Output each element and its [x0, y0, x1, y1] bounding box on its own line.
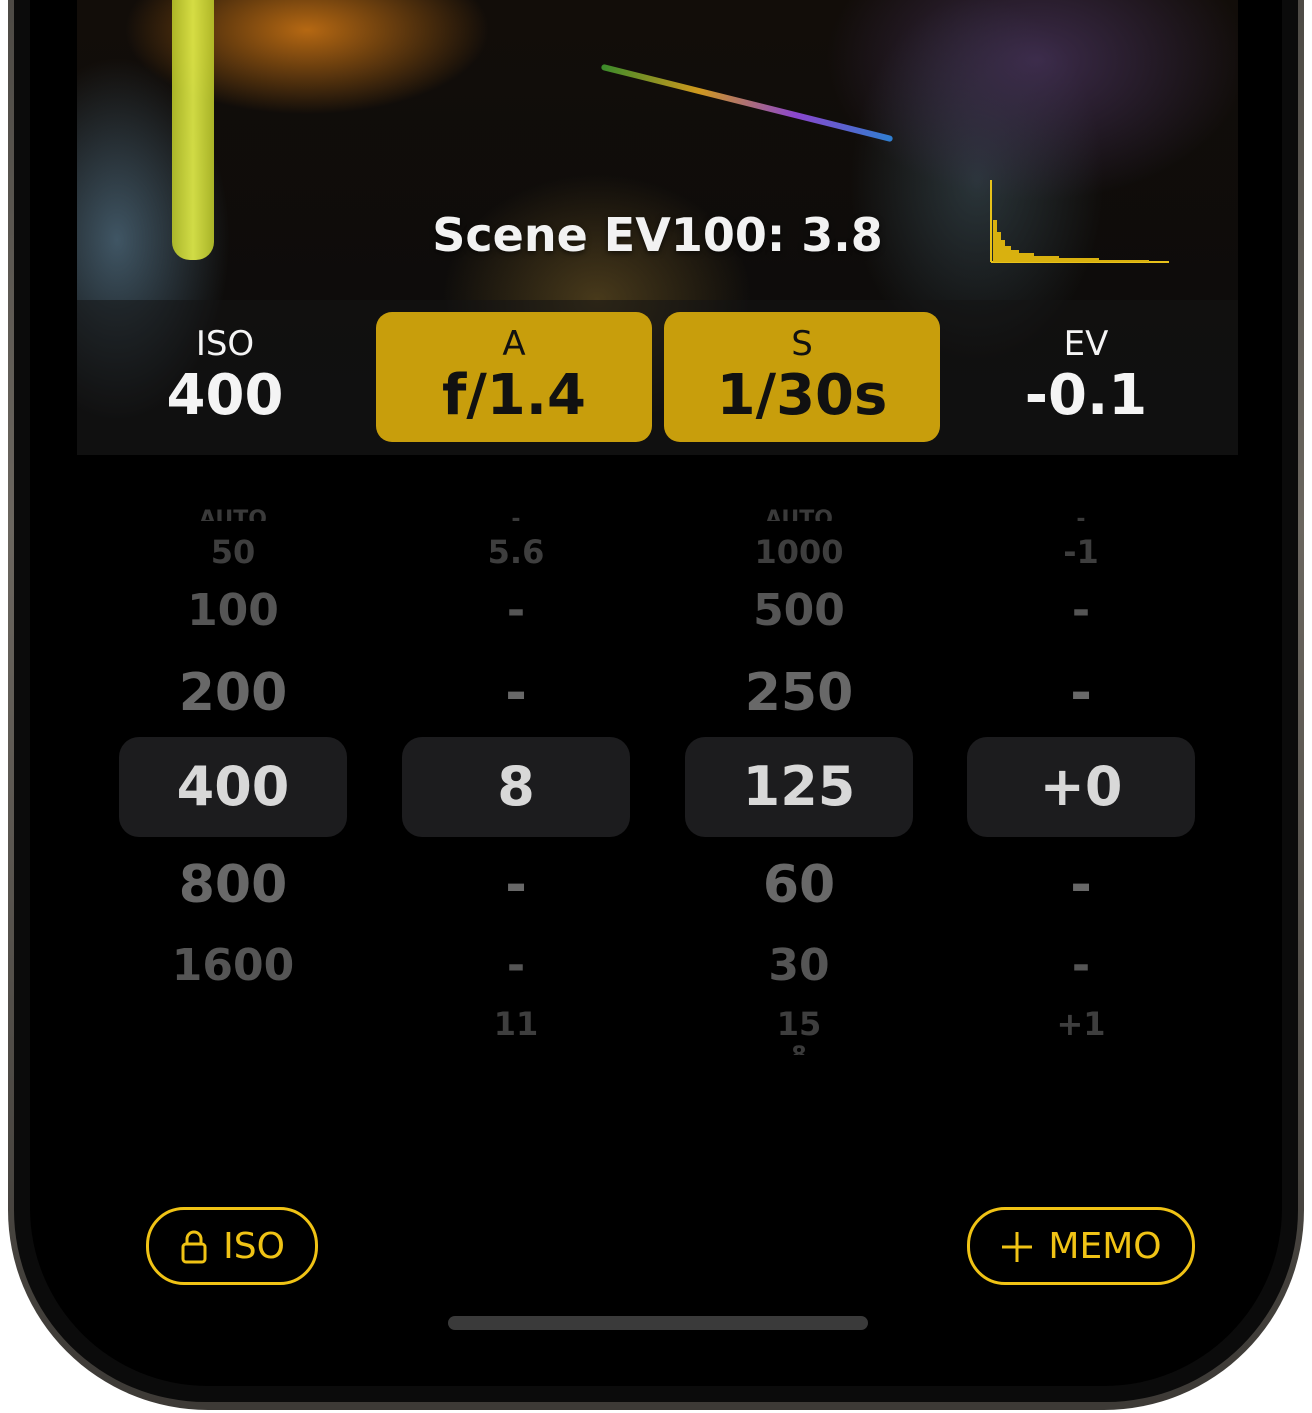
lock-icon	[181, 1230, 207, 1264]
setting-iso-value: 400	[166, 363, 284, 428]
picker-ev[interactable]: - -1 - - +0 - - +1	[967, 507, 1195, 1055]
picker-item[interactable]: -	[967, 507, 1195, 521]
picker-item[interactable]: -	[402, 507, 630, 521]
setting-shutter-value: 1/30s	[716, 363, 888, 428]
picker-item[interactable]: -	[402, 855, 630, 915]
screen: Scene EV100: 3.8 ISO 400 A f/1.4 S 1/30s…	[30, 0, 1282, 1386]
picker-item[interactable]: 50	[119, 533, 347, 571]
picker-aperture[interactable]: - 5.6 - - 8 - - 11	[402, 507, 630, 1055]
picker-item[interactable]: -	[967, 663, 1195, 723]
picker-item[interactable]: -	[402, 585, 630, 636]
histogram	[990, 180, 1169, 263]
picker-item[interactable]: +1	[967, 1005, 1195, 1043]
setting-iso-label: ISO	[195, 324, 255, 364]
picker-item[interactable]: AUTO	[119, 507, 347, 521]
picker-item[interactable]: 60	[685, 855, 913, 915]
picker-item[interactable]: -1	[967, 533, 1195, 571]
add-memo-button[interactable]: MEMO	[967, 1207, 1195, 1285]
lock-iso-button[interactable]: ISO	[146, 1207, 318, 1285]
exposure-settings-bar: ISO 400 A f/1.4 S 1/30s EV -0.1	[77, 300, 1238, 455]
picker-ev-selected[interactable]: +0	[967, 737, 1195, 837]
picker-item[interactable]: 8	[685, 1043, 913, 1055]
picker-item[interactable]: AUTO	[685, 507, 913, 521]
picker-item[interactable]: 1000	[685, 533, 913, 571]
setting-iso[interactable]: ISO 400	[87, 312, 363, 442]
setting-ev[interactable]: EV -0.1	[948, 312, 1224, 442]
setting-ev-label: EV	[1063, 324, 1109, 364]
setting-aperture-value: f/1.4	[441, 363, 587, 428]
setting-shutter-label: S	[791, 324, 813, 364]
picker-item[interactable]: 200	[119, 663, 347, 723]
picker-item[interactable]: 500	[685, 585, 913, 636]
picker-item[interactable]: 250	[685, 663, 913, 723]
picker-item[interactable]: -	[402, 663, 630, 723]
setting-ev-value: -0.1	[1024, 363, 1148, 428]
picker-iso[interactable]: AUTO 50 100 200 400 800 1600	[119, 507, 347, 1055]
plus-icon	[1002, 1232, 1033, 1262]
memo-label: MEMO	[1048, 1226, 1162, 1267]
picker-aperture-selected[interactable]: 8	[402, 737, 630, 837]
setting-shutter[interactable]: S 1/30s	[664, 312, 940, 442]
picker-item[interactable]: -	[967, 585, 1195, 636]
picker-item[interactable]: -	[967, 855, 1195, 915]
picker-item[interactable]: 1600	[119, 940, 347, 991]
picker-item[interactable]: -	[967, 940, 1195, 991]
home-indicator[interactable]	[448, 1316, 868, 1330]
lock-iso-label: ISO	[223, 1226, 285, 1267]
picker-shutter[interactable]: AUTO 1000 500 250 125 60 30 15 8	[685, 507, 913, 1055]
picker-item[interactable]: 800	[119, 855, 347, 915]
picker-item[interactable]: 11	[402, 1005, 630, 1043]
setting-aperture[interactable]: A f/1.4	[376, 312, 652, 442]
picker-item[interactable]: -	[402, 940, 630, 991]
setting-aperture-label: A	[502, 324, 526, 364]
picker-item[interactable]: 30	[685, 940, 913, 991]
picker-iso-selected[interactable]: 400	[119, 737, 347, 837]
picker-item[interactable]: 100	[119, 585, 347, 636]
picker-item[interactable]: 5.6	[402, 533, 630, 571]
picker-item[interactable]: 15	[685, 1005, 913, 1043]
picker-shutter-selected[interactable]: 125	[685, 737, 913, 837]
